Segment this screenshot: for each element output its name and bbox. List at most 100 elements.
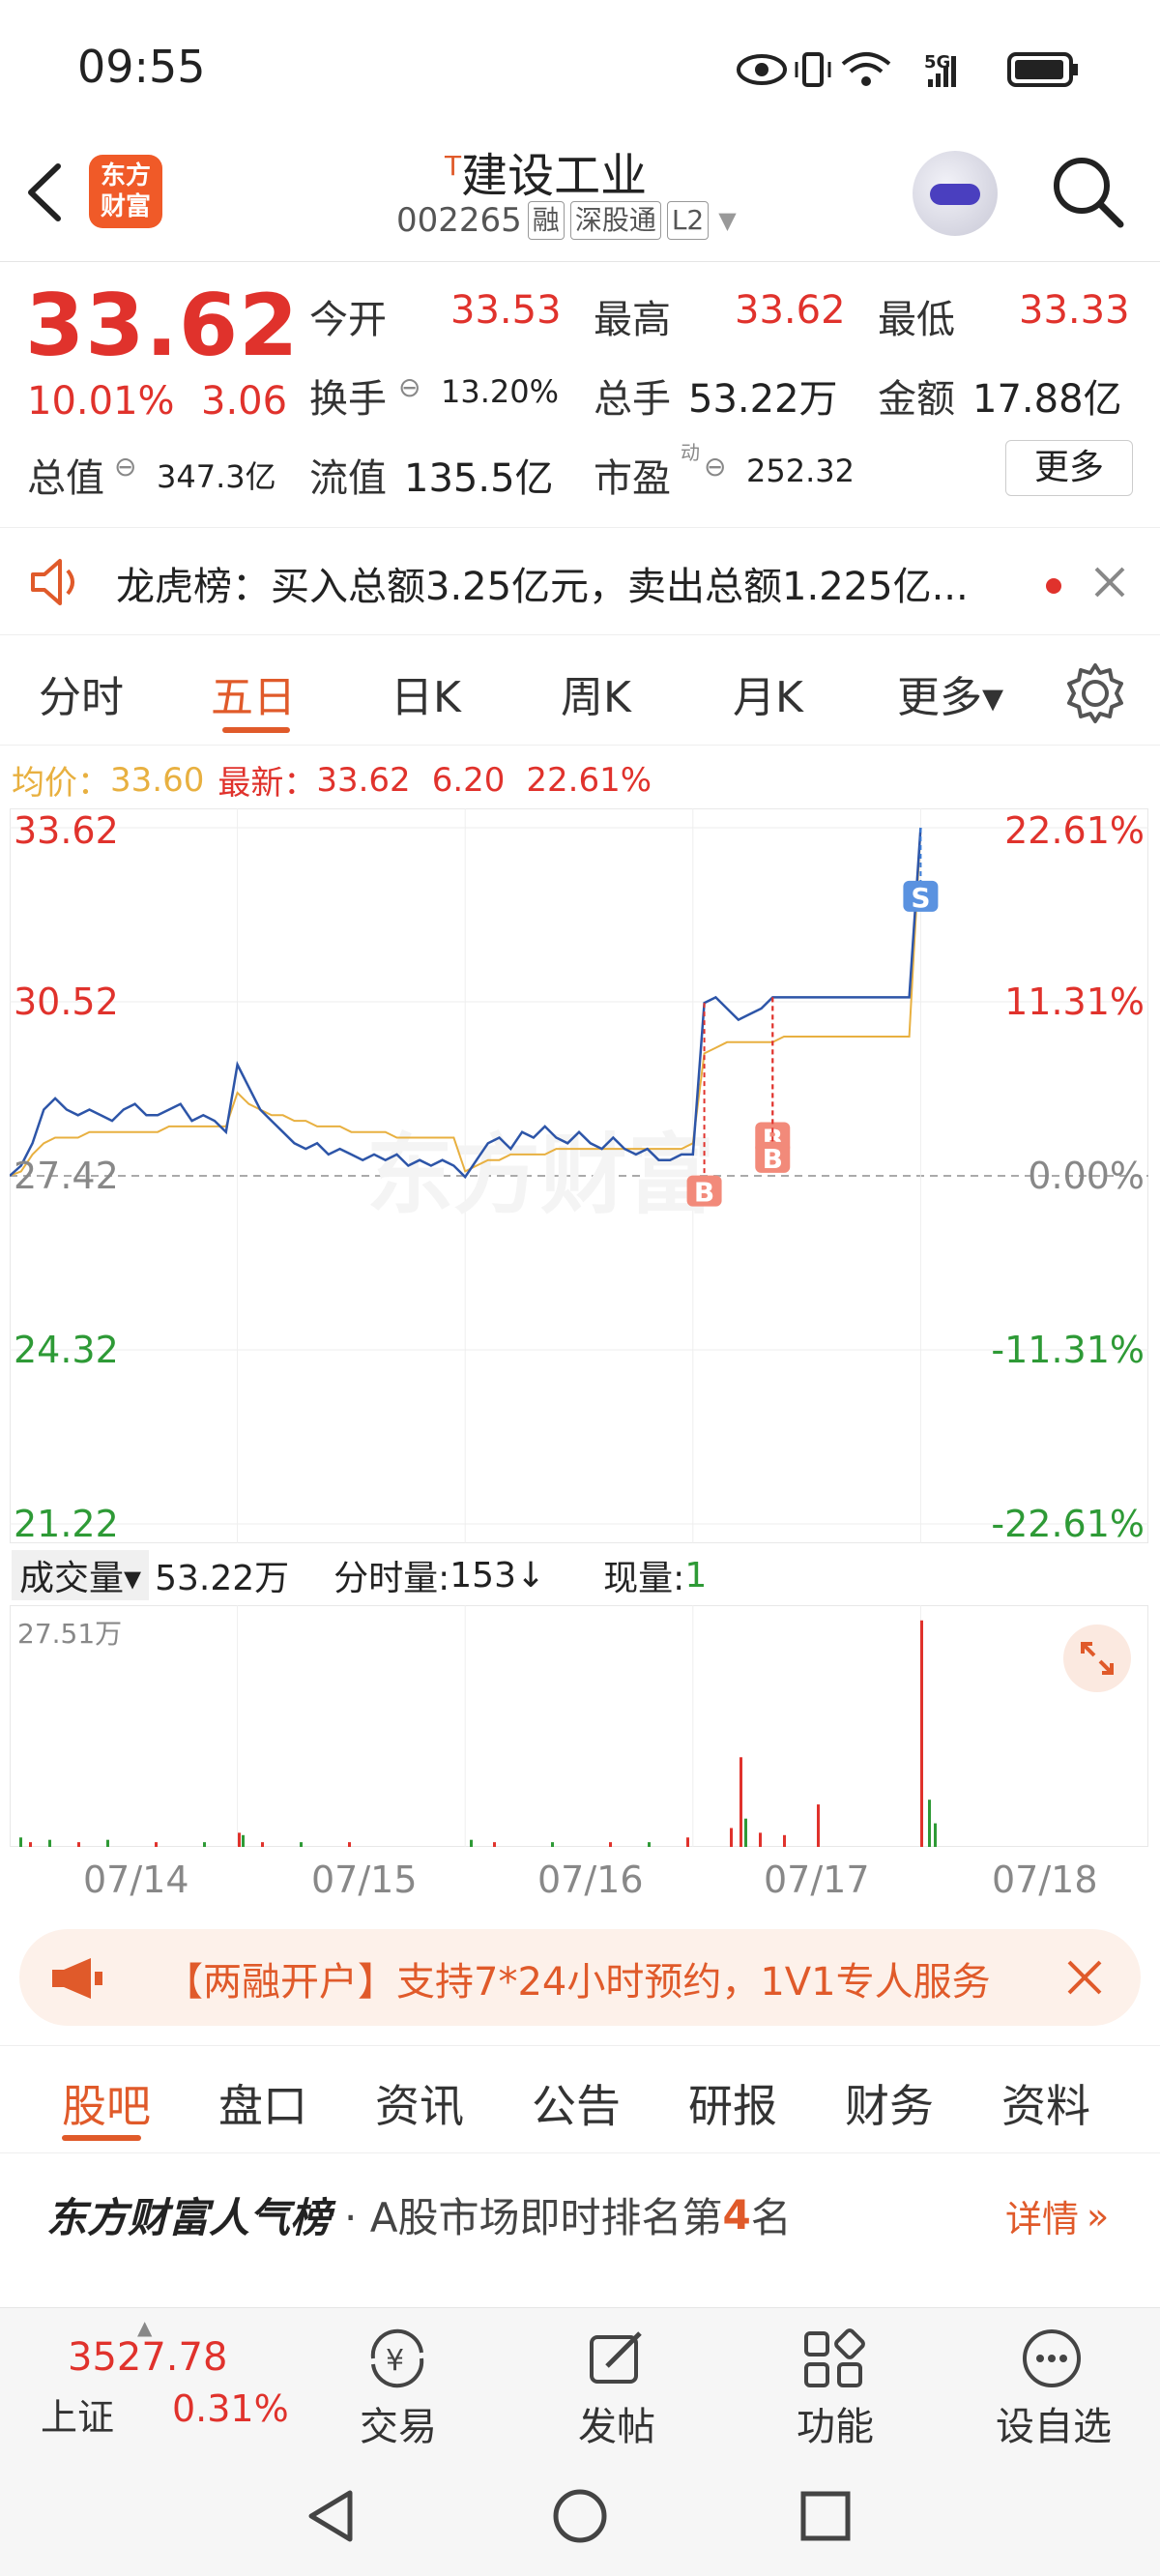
more-dots-icon[interactable] <box>1019 2326 1087 2389</box>
info-icon[interactable]: ⊖ <box>114 451 136 483</box>
double-chevron-right-icon: » <box>1087 2194 1110 2238</box>
volume-bar <box>493 1842 496 1847</box>
stock-name: 建设工业 <box>461 149 648 203</box>
rank-detail-link[interactable]: 详情 » <box>1005 2189 1109 2242</box>
tag-margin: 融 <box>527 201 565 240</box>
volume-bar <box>203 1842 206 1847</box>
tab-daily-k[interactable]: 日K <box>391 662 461 724</box>
more-button[interactable]: 更多 <box>1005 440 1133 496</box>
y-axis-left-label: 33.62 <box>14 809 119 852</box>
stock-title: T建设工业 <box>445 137 647 205</box>
tab-weekly-k[interactable]: 周K <box>561 662 631 724</box>
settings-gear-icon[interactable] <box>1061 659 1129 727</box>
y-axis-left-label: 21.22 <box>14 1503 119 1543</box>
volume-chart[interactable] <box>10 1605 1148 1847</box>
tab-five-day[interactable]: 五日 <box>211 662 296 724</box>
y-axis-right-label: -11.31% <box>991 1329 1145 1371</box>
index-name[interactable]: 上证 <box>41 2387 114 2441</box>
avg-value: 33.60 <box>110 760 205 800</box>
info-icon[interactable]: ⊖ <box>398 371 420 403</box>
mktcap-value: 347.3亿 <box>157 458 276 495</box>
home-circle-icon[interactable] <box>551 2487 609 2545</box>
robot-avatar-icon[interactable] <box>913 151 998 236</box>
tab-intraday[interactable]: 分时 <box>39 662 124 724</box>
y-axis-left-label: 27.42 <box>14 1155 119 1197</box>
volume-bar <box>261 1842 264 1847</box>
tab-announcements[interactable]: 公告 <box>532 2071 621 2135</box>
volume-bar <box>609 1842 612 1847</box>
promo-text: 【两融开户】支持7*24小时预约，1V1专人服务 <box>164 1960 991 2005</box>
close-icon[interactable] <box>1065 1958 1104 1997</box>
pe-label: 市盈 <box>594 456 671 501</box>
functions-grid-icon[interactable] <box>800 2327 868 2389</box>
status-icons: 5G <box>737 52 1078 87</box>
volume-bar <box>29 1842 32 1847</box>
post-label[interactable]: 发帖 <box>549 2395 684 2451</box>
y-axis-right-label: 0.00% <box>1028 1155 1145 1197</box>
tab-monthly-k[interactable]: 月K <box>733 662 803 724</box>
volume-bar <box>106 1839 109 1847</box>
turnover-label: 换手 <box>309 377 387 422</box>
longhu-text: 龙虎榜：买入总额3.25亿元，卖出总额1.225亿... <box>116 565 969 609</box>
index-change[interactable]: 0.31% <box>172 2387 289 2430</box>
low-label: 最低 <box>878 298 955 342</box>
volume-bar <box>928 1800 931 1847</box>
five-day-price-chart[interactable]: 东方财富 33.62 22.61% 30.52 11.31% 27.42 0.00% 24.3… <box>10 808 1148 1543</box>
trade-label[interactable]: 交易 <box>331 2395 466 2451</box>
tick-volume-value: 153 <box>450 1555 516 1595</box>
info-icon[interactable]: ⊖ <box>704 451 726 483</box>
search-icon[interactable] <box>1049 153 1126 230</box>
longhu-bar[interactable]: 龙虎榜：买入总额3.25亿元，卖出总额1.225亿... <box>0 527 1160 635</box>
stock-header: 东方财富 T建设工业 002265 融 深股通 L2 ▼ <box>0 126 1160 262</box>
back-triangle-icon[interactable] <box>304 2487 358 2545</box>
edit-post-icon[interactable] <box>584 2327 652 2389</box>
stock-code: 002265 <box>396 201 522 240</box>
volume-selector[interactable]: 成交量▾ <box>12 1550 150 1600</box>
close-icon[interactable] <box>1092 565 1127 600</box>
bottom-tab-indicator <box>62 2135 141 2141</box>
volume-bar <box>817 1804 820 1847</box>
rank-brand: 东方财富人气榜 <box>46 2194 332 2241</box>
popularity-rank[interactable]: 东方财富人气榜 · A股市场即时排名第 4 名 <box>46 2185 792 2244</box>
system-nav-bar <box>0 2452 1160 2576</box>
promo-banner[interactable]: 【两融开户】支持7*24小时预约，1V1专人服务 <box>19 1929 1141 2026</box>
back-icon[interactable] <box>19 159 68 226</box>
chart-info: 均价： 33.60 最新： 33.62 6.20 22.61% <box>12 756 652 804</box>
change-pct-chart: 22.61% <box>526 760 652 800</box>
tab-pankou[interactable]: 盘口 <box>218 2071 307 2135</box>
tab-guba[interactable]: 股吧 <box>62 2071 151 2135</box>
amount-value: 17.88亿 <box>972 377 1122 422</box>
pe-value: 252.32 <box>746 453 855 489</box>
add-watchlist-label[interactable]: 设自选 <box>986 2395 1121 2451</box>
recents-square-icon[interactable] <box>798 2489 853 2543</box>
x-label-0715: 07/15 <box>311 1859 418 1901</box>
tab-profile[interactable]: 资料 <box>1001 2071 1090 2135</box>
y-axis-left-label: 24.32 <box>14 1329 119 1371</box>
volume-header: 成交量▾ 53.22万 分时量: 153 ↓ 现量: 1 <box>12 1550 707 1600</box>
tab-more[interactable]: 更多▾ <box>897 662 1003 724</box>
trade-yen-icon[interactable]: ¥ <box>363 2327 431 2389</box>
volume-max-label: 27.51万 <box>17 1618 123 1650</box>
tab-news[interactable]: 资讯 <box>375 2071 464 2135</box>
tab-finance[interactable]: 财务 <box>845 2071 934 2135</box>
open-value: 33.53 <box>450 288 562 333</box>
y-axis-right-label: 22.61% <box>1004 809 1145 852</box>
x-label-0717: 07/17 <box>764 1859 870 1901</box>
functions-label[interactable]: 功能 <box>768 2395 903 2451</box>
stock-subtitle: 002265 融 深股通 L2 ▼ <box>396 201 737 240</box>
volume-bar <box>238 1832 241 1847</box>
volume-bar <box>744 1818 747 1847</box>
high-label: 最高 <box>594 298 671 342</box>
chevron-down-icon[interactable]: ▼ <box>718 207 736 234</box>
svg-text:¥: ¥ <box>386 2344 404 2378</box>
title-prefix: T <box>445 150 462 182</box>
tab-research[interactable]: 研报 <box>688 2071 777 2135</box>
app-logo[interactable]: 东方财富 <box>89 155 162 228</box>
status-bar: 09:55 5G <box>0 0 1160 135</box>
avg-label: 均价： <box>12 764 110 803</box>
expand-icon[interactable] <box>1063 1625 1131 1692</box>
x-label-0716: 07/16 <box>537 1859 644 1901</box>
mktcap-label: 总值 <box>27 456 104 501</box>
turnover-value: 13.20% <box>441 373 560 410</box>
index-value[interactable]: 3527.78 <box>68 2335 227 2380</box>
